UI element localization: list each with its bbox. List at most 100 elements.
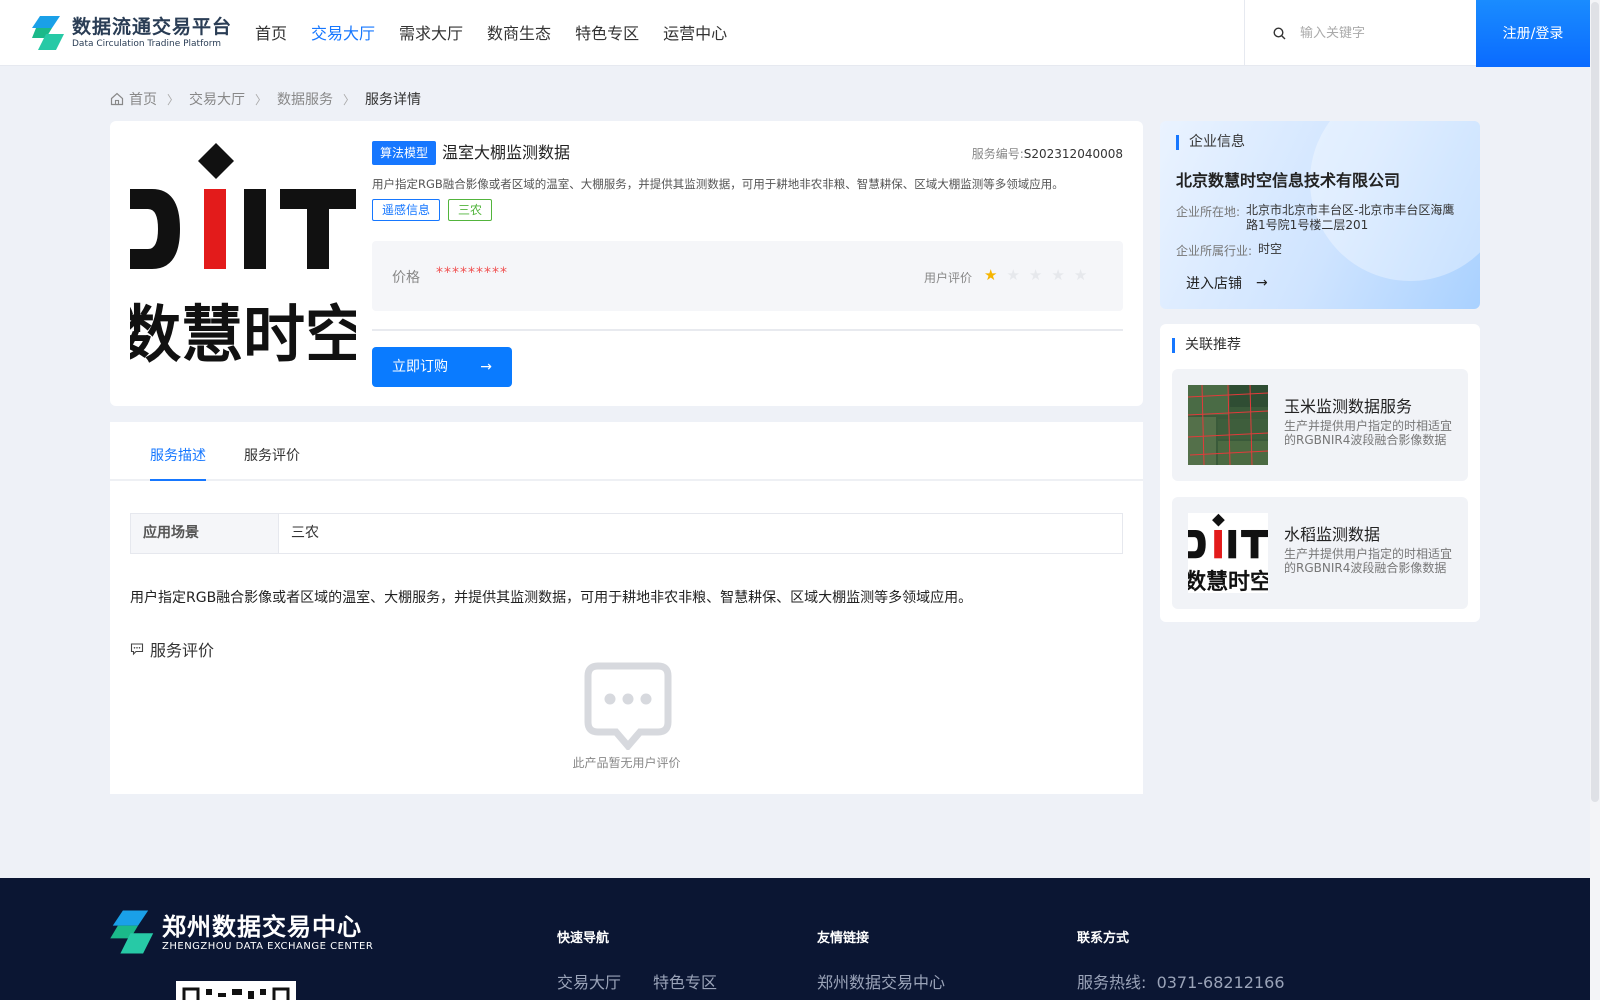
recommend-item[interactable]: 玉米监测数据服务 生产并提供用户指定的时相适宜的RGBNIR4波段融合影像数据 xyxy=(1172,369,1468,481)
buy-now-button[interactable]: 立即订购 → xyxy=(372,347,512,387)
rating-label: 用户评价 xyxy=(924,271,973,285)
product-type-tag: 算法模型 xyxy=(372,141,437,165)
footer-link-trading-hall[interactable]: 交易大厅 xyxy=(557,969,621,993)
product-description: 用户指定RGB融合影像或者区域的温室、大棚服务，并提供其监测数据，可用于耕地非农… xyxy=(372,177,1064,191)
recommend-card: 关联推荐 玉米监测数据服务 生产并提供用户指定的时相适宜的RGBNIR4波段融合… xyxy=(1160,324,1480,622)
recommend-item[interactable]: 数慧时空 水稻监测数据 生产并提供用户指定的时相适宜的RGBNIR4波段融合影像… xyxy=(1172,497,1468,609)
industry-value: 时空 xyxy=(1258,242,1283,256)
location-label: 企业所在地: xyxy=(1176,205,1241,219)
price-panel: 价格 ********* 用户评价 ★ ★ ★ ★ ★ xyxy=(372,241,1123,311)
application-scene-table: 应用场景 三农 xyxy=(130,513,1123,554)
scene-value: 三农 xyxy=(291,525,319,541)
login-register-button[interactable]: 注册/登录 xyxy=(1476,0,1590,67)
platform-name: 数据流通交易平台 xyxy=(72,16,233,38)
enterprise-location-row: 企业所在地: 北京市北京市丰台区-北京市丰台区海鹰路1号院1号楼二层201 xyxy=(1176,203,1460,233)
product-logo-image: 数慧时空 xyxy=(130,141,356,367)
enter-shop-label: 进入店铺 xyxy=(1186,276,1242,292)
friend-links-title: 友情链接 xyxy=(817,931,870,946)
quick-nav-title: 快速导航 xyxy=(557,931,610,946)
main-nav: 首页 交易大厅 需求大厅 数商生态 特色专区 运营中心 xyxy=(255,0,751,66)
price-value: ********* xyxy=(436,265,508,281)
breadcrumb-current: 服务详情 xyxy=(365,92,422,108)
rice-product-thumbnail: 数慧时空 xyxy=(1188,513,1268,593)
top-header: 数据流通交易平台 Data Circulation Tradine Platfo… xyxy=(0,0,1590,67)
star-icon: ★ xyxy=(1028,266,1043,284)
logo-bottom-text: 数慧时空 xyxy=(130,298,356,367)
service-number-label: 服务编号: xyxy=(971,147,1024,161)
recommend-item-title: 水稻监测数据 xyxy=(1284,525,1381,544)
review-title: 服务评价 xyxy=(150,641,215,660)
chevron-right-icon: 〉 xyxy=(167,92,180,107)
scrollbar-thumb[interactable] xyxy=(1591,2,1599,802)
footer-link-zhengzhou-exchange[interactable]: 郑州数据交易中心 xyxy=(817,969,945,993)
service-description-text: 用户指定RGB融合影像或者区域的温室、大棚服务，并提供其监测数据，可用于耕地非农… xyxy=(130,590,973,606)
chevron-right-icon: 〉 xyxy=(255,92,268,107)
service-number-value: S202312040008 xyxy=(1023,147,1123,161)
search-box[interactable] xyxy=(1244,0,1476,66)
search-input[interactable] xyxy=(1300,25,1460,41)
buy-now-label: 立即订购 xyxy=(392,359,448,375)
service-hotline: 服务热线: 0371-68212166 xyxy=(1077,973,1285,992)
recommend-item-desc: 生产并提供用户指定的时相适宜的RGBNIR4波段融合影像数据 xyxy=(1284,419,1452,447)
recommend-item-title: 玉米监测数据服务 xyxy=(1284,397,1413,416)
divider xyxy=(372,329,1123,331)
service-number: 服务编号:S202312040008 xyxy=(972,145,1123,162)
diit-logo-icon: 数慧时空 xyxy=(130,143,356,367)
enterprise-name: 北京数慧时空信息技术有限公司 xyxy=(1176,171,1401,190)
platform-logo[interactable]: 数据流通交易平台 Data Circulation Tradine Platfo… xyxy=(30,14,232,52)
tab-service-description[interactable]: 服务描述 xyxy=(150,422,206,481)
industry-label: 企业所属行业: xyxy=(1176,244,1253,258)
chevron-right-icon: 〉 xyxy=(343,92,356,107)
tab-service-review[interactable]: 服务评价 xyxy=(244,422,300,481)
price-label: 价格 xyxy=(392,270,420,286)
product-card: 数慧时空 算法模型 温室大棚监测数据 服务编号:S202312040008 用户… xyxy=(110,121,1143,406)
star-icon: ★ xyxy=(1073,266,1088,284)
review-section-title: 服务评价 xyxy=(130,637,214,661)
nav-trading-hall[interactable]: 交易大厅 xyxy=(311,0,375,66)
footer-logo-name: 郑州数据交易中心 xyxy=(162,912,362,941)
footer-logo-name-en: ZHENGZHOU DATA EXCHANGE CENTER xyxy=(162,940,374,952)
detail-tabs: 服务描述 服务评价 xyxy=(110,422,1143,481)
page-scrollbar[interactable] xyxy=(1590,0,1600,1000)
recommend-section-title: 关联推荐 xyxy=(1172,338,1241,353)
search-icon xyxy=(1273,26,1286,39)
tag-agriculture[interactable]: 三农 xyxy=(448,199,493,221)
corn-field-thumbnail xyxy=(1188,385,1268,465)
arrow-right-icon: → xyxy=(1256,275,1268,291)
breadcrumb-data-service[interactable]: 数据服务 xyxy=(277,89,333,109)
rating-stars: ★ ★ ★ ★ ★ xyxy=(984,267,1096,283)
recommend-item-desc: 生产并提供用户指定的时相适宜的RGBNIR4波段融合影像数据 xyxy=(1284,547,1452,575)
enterprise-card: 企业信息 北京数慧时空信息技术有限公司 企业所在地: 北京市北京市丰台区-北京市… xyxy=(1160,121,1480,309)
star-icon: ★ xyxy=(1006,266,1020,284)
tag-remote-sensing[interactable]: 遥感信息 xyxy=(372,199,441,221)
enterprise-industry-row: 企业所属行业: 时空 xyxy=(1176,242,1472,259)
contact-title: 联系方式 xyxy=(1077,931,1130,946)
empty-review-text: 此产品暂无用户评价 xyxy=(572,756,681,770)
product-title: 温室大棚监测数据 xyxy=(442,143,571,162)
footer-logo: 郑州数据交易中心 ZHENGZHOU DATA EXCHANGE CENTER xyxy=(110,908,373,956)
nav-ecosystem[interactable]: 数商生态 xyxy=(487,0,551,66)
location-value: 北京市北京市丰台区-北京市丰台区海鹰路1号院1号楼二层201 xyxy=(1246,203,1455,232)
arrow-right-icon: → xyxy=(480,359,492,375)
product-tags: 遥感信息 三农 xyxy=(372,199,500,221)
breadcrumb-home[interactable]: 首页 xyxy=(129,89,157,109)
enter-shop-link[interactable]: 进入店铺 → xyxy=(1186,273,1268,293)
nav-home[interactable]: 首页 xyxy=(255,0,287,66)
empty-comment-icon xyxy=(584,662,672,750)
nav-special-zone[interactable]: 特色专区 xyxy=(575,0,639,66)
page-footer: 郑州数据交易中心 ZHENGZHOU DATA EXCHANGE CENTER … xyxy=(0,878,1590,1000)
nav-operation-center[interactable]: 运营中心 xyxy=(663,0,727,66)
platform-logo-icon xyxy=(32,16,64,50)
star-icon: ★ xyxy=(984,266,998,284)
nav-demand-hall[interactable]: 需求大厅 xyxy=(399,0,463,66)
footer-link-special-zone[interactable]: 特色专区 xyxy=(653,969,717,993)
breadcrumb-trading-hall[interactable]: 交易大厅 xyxy=(189,89,245,109)
detail-card: 服务描述 服务评价 应用场景 三农 用户指定RGB融合影像或者区域的温室、大棚服… xyxy=(110,422,1143,794)
scene-label: 应用场景 xyxy=(131,514,279,553)
qr-code xyxy=(176,981,296,1000)
breadcrumb: 首页 〉 交易大厅 〉 数据服务 〉 服务详情 xyxy=(110,88,421,110)
platform-name-en: Data Circulation Tradine Platform xyxy=(72,39,222,49)
comment-icon xyxy=(130,643,144,656)
star-icon: ★ xyxy=(1051,266,1065,284)
home-icon xyxy=(110,92,124,106)
